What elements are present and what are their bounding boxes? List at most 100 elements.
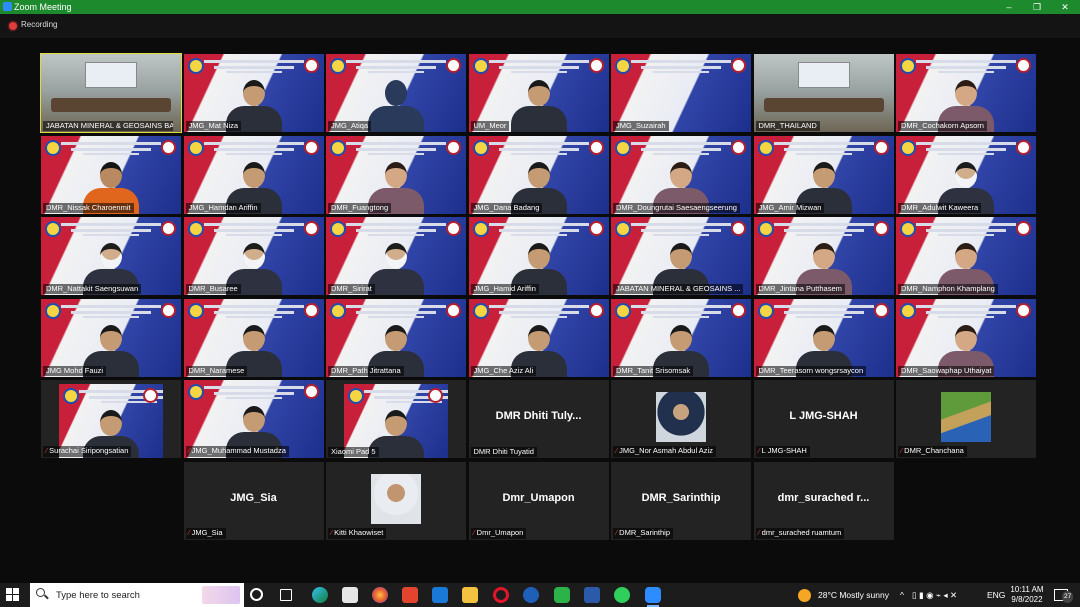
participant-tile[interactable]: DMR_Doungrutai Saesaengseerung (611, 135, 751, 214)
logo-badge-icon (330, 58, 346, 74)
participant-tile[interactable]: UM_Meor (468, 54, 609, 132)
maximize-button[interactable]: ❐ (1022, 0, 1052, 14)
tray-status-icons[interactable]: ▯ ▮ ◉ ⌁ ◂ ✕ (912, 583, 957, 607)
close-button[interactable]: ✕ (1050, 0, 1080, 14)
participant-tile[interactable]: ⁄ Kitti Khaowiset (326, 461, 466, 540)
whatsapp-icon[interactable] (614, 587, 630, 603)
file-explorer-icon[interactable] (462, 587, 478, 603)
participant-body (368, 106, 424, 132)
participant-tile[interactable]: Dmr_Umapon ⁄ Dmr_Umapon (468, 461, 609, 540)
store-icon[interactable] (342, 587, 358, 603)
logo-badge-icon (757, 302, 774, 319)
firefox-icon[interactable] (372, 587, 388, 603)
logo-badge-icon (757, 139, 774, 156)
participant-tile[interactable]: DMR_Path Jitrattana (326, 298, 466, 377)
participant-tile[interactable]: DMR_Teerasorn wongsrsaycon (753, 298, 894, 377)
weather-icon[interactable] (798, 589, 811, 602)
banner-text-stripe (225, 397, 282, 399)
participant-figure (366, 239, 426, 295)
participant-tile[interactable]: JMG_Hamdan Ariffin (183, 135, 324, 214)
participant-tile[interactable]: ⁄ Surachai Siripongsatian (41, 380, 181, 458)
participant-tile[interactable]: JMG_Mat Niza (183, 54, 324, 132)
participant-display-name: JMG_Sia (230, 491, 277, 504)
participant-tile[interactable]: ⁄ JMG_Muhammad Mustadza (183, 380, 324, 458)
participant-head (527, 80, 550, 106)
participant-name-text: JMG_Che Aziz Ali (473, 365, 534, 375)
participant-name-text: DMR_Tanit Srisomsak (616, 365, 691, 375)
participant-tile[interactable]: JMG_Amir Mizwan (753, 135, 894, 214)
participant-tile[interactable]: dmr_surached r... ⁄ dmr_surached ruamtum (753, 461, 894, 540)
participant-tile[interactable]: JMG Mohd Fauzi (41, 298, 181, 377)
logo-badge-icon (900, 139, 916, 156)
participant-tile[interactable]: JMG_Hamid Ariffin (468, 217, 609, 295)
participant-tile[interactable]: DMR_Tanit Srisomsak (611, 298, 751, 377)
participant-tile[interactable]: DMR_Jintana Putthasem (753, 217, 894, 295)
participant-tile[interactable]: DMR Dhiti Tuly... DMR Dhiti Tuyatid (468, 380, 609, 458)
participant-tile[interactable]: DMR_Nattakit Saengsuwan (41, 217, 181, 295)
participant-name-text: JMG_Sia (191, 527, 223, 537)
windows-start-icon[interactable] (6, 588, 20, 602)
muted-mic-icon: ⁄ (331, 529, 333, 537)
participant-tile[interactable]: JMG_Che Aziz Ali (468, 298, 609, 377)
banner-text-stripe (926, 147, 1006, 151)
participant-tile[interactable]: JMG_Suzairah (611, 54, 751, 132)
participant-name-label: ⁄ Surachai Siripongsatian (43, 446, 132, 457)
participant-tile[interactable]: DMR_Saowaphap Uthaiyat (896, 298, 1036, 377)
banner-text-stripe (510, 71, 567, 73)
participant-tile[interactable]: DMR_THAILAND (753, 54, 894, 132)
participant-tile[interactable]: DMR_Nissak Charoenmit (41, 135, 181, 214)
recording-icon[interactable] (9, 22, 17, 30)
logo-badge-icon (588, 58, 604, 73)
participant-name-label: DMR_Doungrutai Saesaengseerung (613, 202, 740, 213)
office-icon[interactable] (402, 587, 418, 603)
taskbar-search-box[interactable]: Type here to search (30, 583, 244, 607)
logo-badge-icon (303, 139, 319, 155)
weather-text[interactable]: 28°C Mostly sunny (818, 583, 889, 607)
participant-tile[interactable]: DMR_Adulwit Kaweera (896, 135, 1036, 214)
system-tray: 28°C Mostly sunny ^ ▯ ▮ ◉ ⌁ ◂ ✕ ENG 10:1… (790, 583, 1080, 607)
participant-tile[interactable]: JMG_Dana Badang (468, 135, 609, 214)
clock-time[interactable]: 10:11 AM (1010, 585, 1044, 595)
participant-tile[interactable]: ⁄ JMG_Nor Asmah Abdul Aziz (611, 380, 751, 458)
participant-tile[interactable]: JMG_Atiqa (326, 54, 466, 132)
participant-tile[interactable]: DMR_Naramese (183, 298, 324, 377)
participant-display-name: Dmr_Umapon (502, 491, 575, 504)
participant-tile[interactable]: DMR_Cochakorn Apsorn (896, 54, 1036, 132)
participant-tile[interactable]: DMR_Busaree (183, 217, 324, 295)
word-icon[interactable] (584, 587, 600, 603)
clock-date[interactable]: 9/8/2022 (1008, 595, 1046, 605)
logo-badge-icon (472, 302, 489, 319)
participant-head (385, 324, 407, 351)
banner-text-stripe (225, 152, 282, 155)
participant-tile[interactable]: Xiaomi Pad 5 (326, 380, 466, 458)
participant-tile[interactable]: JABATAN MINERAL & GEOSAINS BA... (40, 53, 182, 133)
participant-tile[interactable]: DMR_Fuangtong (326, 135, 466, 214)
participant-tile[interactable]: DMR_Namphon Khamplang (896, 217, 1036, 295)
task-view-icon[interactable] (280, 589, 292, 601)
app-w-icon[interactable] (523, 587, 539, 603)
logo-badge-icon (303, 302, 319, 318)
participant-tile[interactable]: ⁄ DMR_Chanchana (896, 380, 1036, 458)
line-icon[interactable] (554, 587, 570, 603)
participant-tile[interactable]: DMR_Sirirat (326, 217, 466, 295)
muted-mic-icon: ⁄ (616, 448, 618, 455)
participant-tile[interactable]: L JMG-SHAH ⁄ L JMG-SHAH (753, 380, 894, 458)
cortana-icon[interactable] (250, 588, 263, 601)
banner-text-stripe (346, 60, 446, 63)
participant-tile[interactable]: JMG_Sia ⁄ JMG_Sia (183, 461, 324, 540)
banner-text-stripe (498, 229, 579, 232)
participant-name-text: JMG_Mat Niza (188, 121, 239, 130)
opera-icon[interactable] (493, 587, 509, 603)
participant-tile[interactable]: JABATAN MINERAL & GEOSAINS ... (611, 217, 751, 295)
zoom-taskbar-icon[interactable] (645, 587, 661, 607)
participant-name-label: DMR_Jintana Putthasem (755, 284, 845, 294)
edge-icon[interactable] (312, 587, 328, 603)
participant-figure (366, 76, 426, 132)
participant-name-text: DMR_Cochakorn Apsorn (901, 121, 984, 130)
tray-chevron-icon[interactable]: ^ (900, 583, 904, 607)
minimize-button[interactable]: – (994, 0, 1024, 14)
language-indicator[interactable]: ENG (987, 583, 1005, 607)
logo-badge-icon (330, 302, 346, 319)
participant-tile[interactable]: DMR_Sarinthip ⁄ DMR_Sarinthip (611, 461, 751, 540)
mail-icon[interactable] (432, 587, 448, 603)
